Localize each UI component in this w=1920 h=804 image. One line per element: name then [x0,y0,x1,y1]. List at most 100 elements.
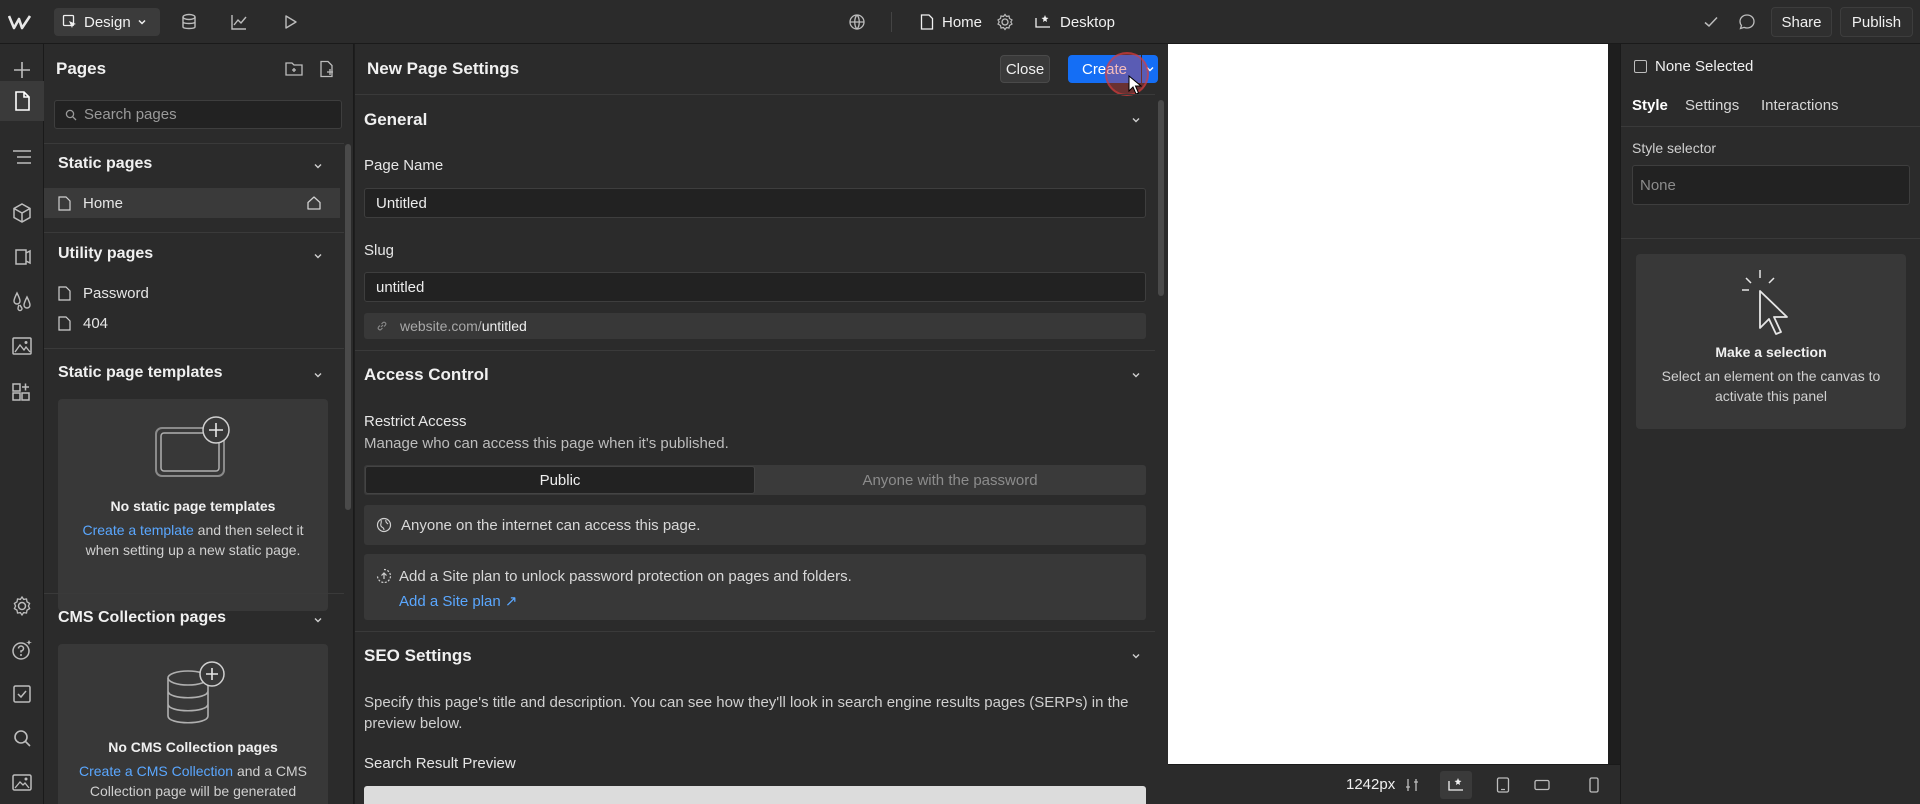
chevron-down-icon[interactable] [1130,650,1142,662]
search-pages-field[interactable]: Search pages [54,100,342,129]
none-selected-label: None Selected [1655,58,1754,75]
chevron-down-icon[interactable] [312,250,324,262]
page-icon [920,14,934,30]
restrict-access-label: Restrict Access [364,413,467,430]
canvas-width-label: 1242px [1346,776,1396,793]
url-prefix: website.com/ [400,318,482,334]
pages-icon[interactable] [10,89,34,113]
cursor-click-icon [1738,266,1804,336]
make-selection-title: Make a selection [1715,344,1827,360]
style-selector-label: Style selector [1632,140,1717,156]
create-template-link[interactable]: Create a template [82,522,193,538]
templates-empty-desc: Create a template and then select it whe… [58,520,328,560]
cms-database-icon[interactable] [180,0,198,44]
templates-empty-card: No static page templates Create a templa… [58,399,328,611]
breakpoint-label: Desktop [1060,13,1116,31]
preview-play-icon[interactable] [281,0,299,44]
webflow-logo-icon[interactable] [8,0,32,44]
chevron-down-icon[interactable] [1130,114,1142,126]
publish-button[interactable]: Publish [1840,7,1913,37]
page-item-password[interactable]: Password [44,278,340,308]
pages-scrollbar[interactable] [345,144,351,510]
static-pages-heading: Static pages [58,155,153,172]
current-page-name: Home [942,13,983,31]
template-placeholder-icon [153,415,233,481]
components-cube-icon[interactable] [10,201,34,225]
settings-scrollbar[interactable] [1158,100,1164,296]
public-info-text: Anyone on the internet can access this p… [401,516,701,534]
new-folder-icon[interactable] [284,60,304,78]
globe-icon[interactable] [848,0,866,44]
media-library-icon[interactable] [10,770,34,794]
make-selection-desc: Select an element on the canvas to activ… [1661,368,1881,404]
checkbox-icon [1634,60,1647,73]
tab-style[interactable]: Style [1632,97,1668,114]
design-canvas[interactable] [1168,44,1608,764]
width-adjust-icon[interactable] [1404,777,1420,793]
tablet-icon[interactable] [1496,777,1510,793]
templates-empty-title: No static page templates [110,498,276,514]
site-plan-upsell-box: Add a Site plan to unlock password prote… [364,554,1146,620]
new-page-icon[interactable] [318,60,336,78]
comments-icon[interactable] [1738,0,1756,44]
search-icon[interactable] [10,726,34,750]
divider [44,143,344,144]
search-pages-placeholder: Search pages [84,106,177,123]
home-icon [306,195,322,211]
mobile-landscape-icon[interactable] [1534,777,1550,793]
checklist-icon[interactable] [10,682,34,706]
checkmark-icon[interactable] [1703,0,1719,44]
url-preview: website.com/untitled [364,313,1146,339]
assets-image-icon[interactable] [10,334,34,358]
page-name-input[interactable]: Untitled [364,188,1146,218]
chevron-down-icon[interactable] [312,614,324,626]
page-settings-gear-icon[interactable] [996,0,1014,44]
divider [355,94,1155,95]
add-site-plan-link[interactable]: Add a Site plan ↗ [399,592,517,610]
static-templates-heading: Static page templates [58,364,223,381]
site-settings-gear-icon[interactable] [10,594,34,618]
analytics-icon[interactable] [230,0,248,44]
page-item-label: 404 [83,314,109,332]
slug-input[interactable]: untitled [364,272,1146,302]
style-selector-input[interactable]: None [1632,165,1910,205]
tab-settings[interactable]: Settings [1685,97,1739,114]
desktop-breakpoint-button[interactable] [1440,771,1472,799]
share-button[interactable]: Share [1771,7,1832,37]
selection-indicator: None Selected [1634,58,1753,75]
search-result-preview-label: Search Result Preview [364,755,516,772]
topbar-divider [891,12,892,32]
help-icon[interactable] [10,638,34,662]
access-public-option[interactable]: Public [365,466,755,494]
color-drops-icon[interactable] [10,289,34,313]
cms-empty-card: No CMS Collection pages Create a CMS Col… [58,644,328,804]
divider [355,631,1155,632]
navigator-icon[interactable] [10,145,34,169]
mobile-portrait-icon[interactable] [1588,777,1600,793]
access-password-option[interactable]: Anyone with the password [755,466,1145,494]
page-item-404[interactable]: 404 [44,308,340,338]
chevron-down-icon[interactable] [312,160,324,172]
seo-desc: Specify this page's title and descriptio… [364,694,1129,732]
create-cms-collection-link[interactable]: Create a CMS Collection [79,763,233,779]
variables-icon[interactable] [10,245,34,269]
globe-icon [376,517,392,533]
divider [44,593,344,594]
top-bar: Design Home Desktop Share Publish [0,0,1920,44]
close-button[interactable]: Close [1000,55,1050,83]
apps-grid-icon[interactable] [10,380,34,404]
canvas-gutter [1608,44,1620,764]
page-item-home[interactable]: Home [44,188,340,218]
new-page-settings-panel: New Page Settings Close Create General P… [355,44,1168,804]
divider [44,348,344,349]
chevron-down-icon[interactable] [1130,369,1142,381]
chevron-down-icon[interactable] [312,369,324,381]
breakpoint-selector[interactable]: Desktop [1034,0,1115,44]
cms-empty-title: No CMS Collection pages [108,739,278,755]
access-control-heading: Access Control [364,365,489,384]
mode-switcher[interactable]: Design [54,8,160,36]
add-elements-icon[interactable] [10,58,34,82]
cursor-icon [62,14,78,30]
tab-interactions[interactable]: Interactions [1761,97,1839,114]
current-page-selector[interactable]: Home [920,0,982,44]
